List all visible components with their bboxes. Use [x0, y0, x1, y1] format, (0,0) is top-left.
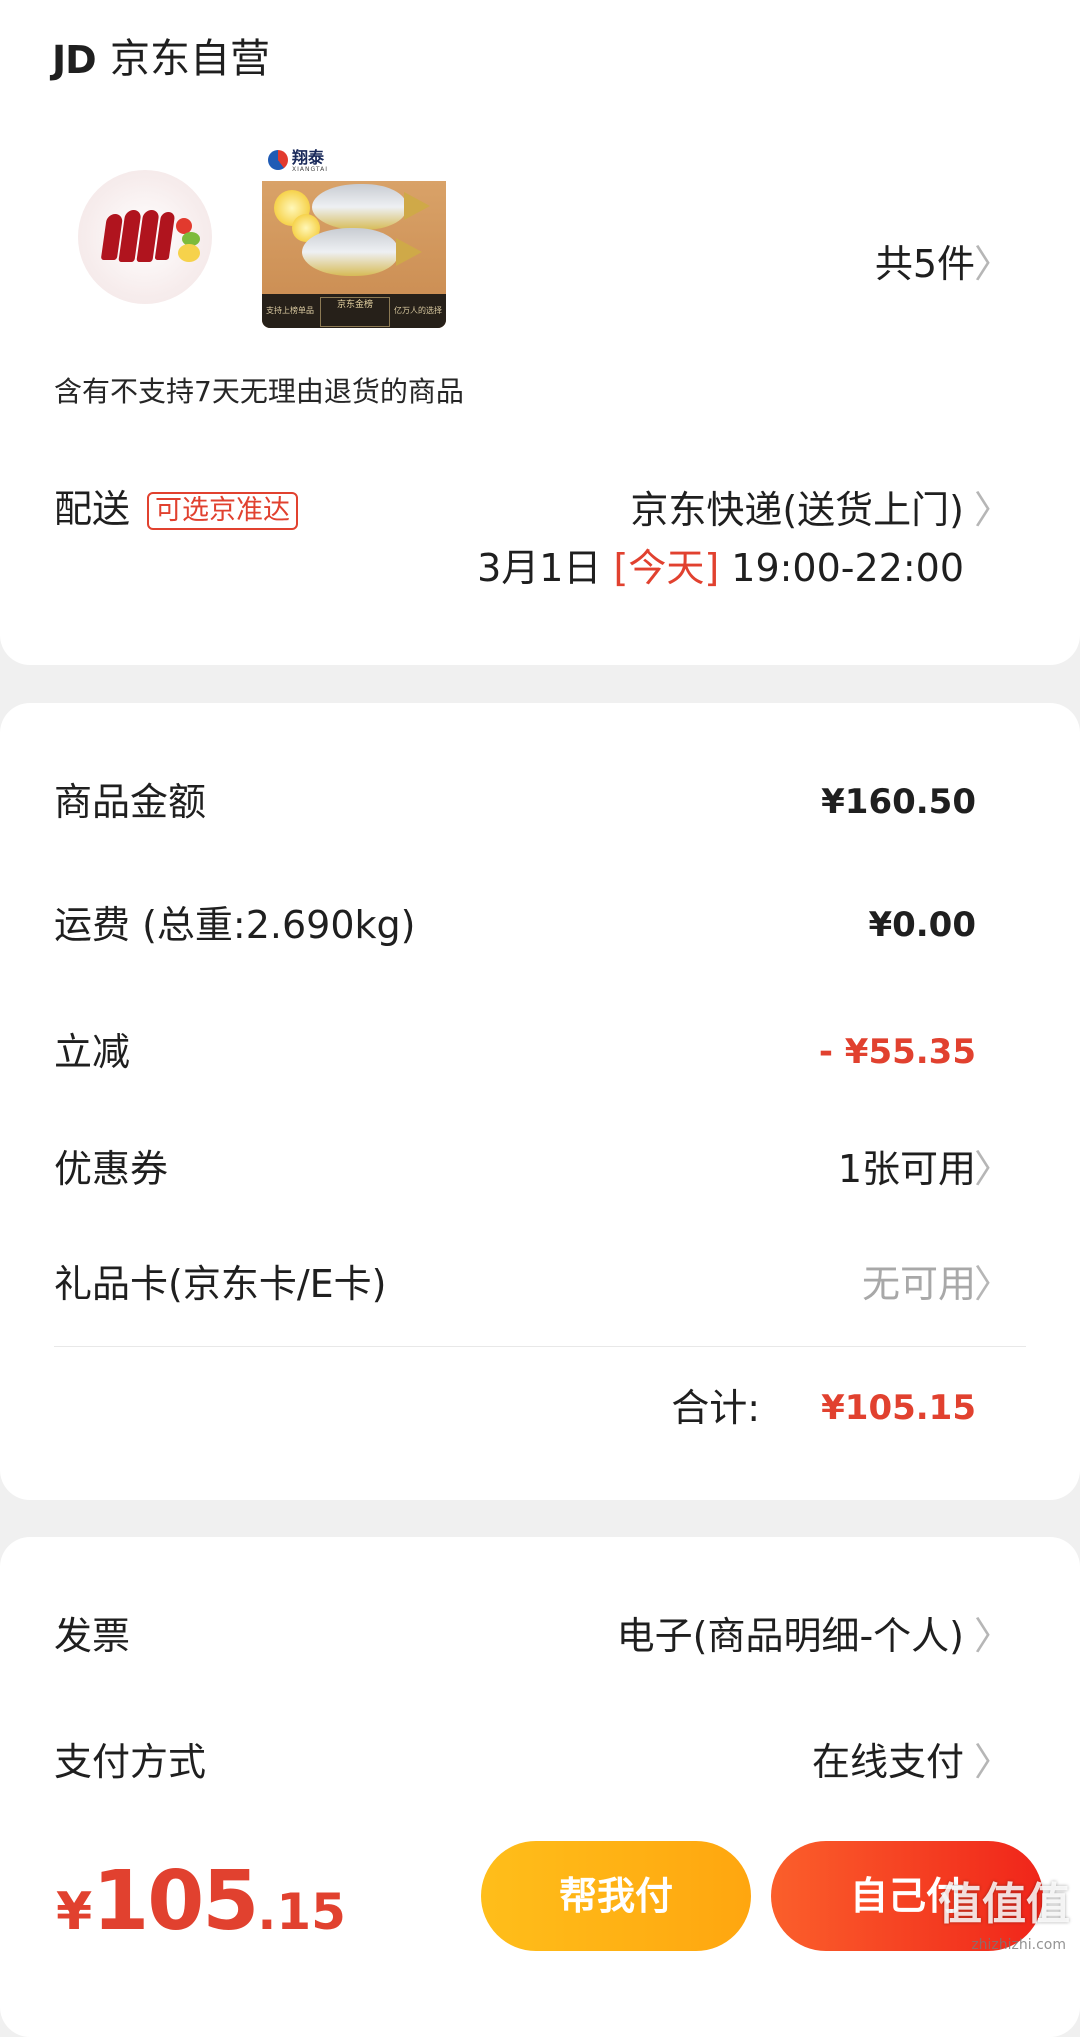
chevron-right-icon[interactable]: 〉 [974, 242, 1012, 286]
shop-name: 京东自营 [110, 36, 270, 82]
brand-subtitle: XIANGTAI [292, 166, 328, 173]
shipping-fee-label: 运费 (总重:2.690kg) [54, 903, 416, 947]
item-count-link[interactable]: 共5件 [875, 242, 975, 286]
delivery-option-badge[interactable]: 可选京准达 [147, 492, 298, 530]
coupon-value[interactable]: 1张可用 [838, 1147, 976, 1191]
payable-amount-decimal: .15 [257, 1883, 346, 1941]
product-thumbnail-beef[interactable] [78, 170, 212, 304]
watermark-url: zhizhizhi.com [971, 1937, 1066, 1953]
delivery-method[interactable]: 京东快递(送货上门) [630, 488, 964, 532]
gift-card-label[interactable]: 礼品卡(京东卡/E卡) [54, 1262, 386, 1306]
banner-mid-text: 京东金榜 [320, 297, 390, 327]
instant-discount-value: - ¥55.35 [818, 1032, 976, 1072]
goods-amount-label: 商品金额 [54, 780, 207, 824]
payment-method-value[interactable]: 在线支付 [812, 1740, 964, 1784]
coupon-label[interactable]: 优惠券 [54, 1147, 168, 1191]
gift-card-value[interactable]: 无可用 [862, 1262, 976, 1306]
delivery-time-range: 19:00-22:00 [731, 546, 964, 590]
chevron-right-icon[interactable]: 〉 [974, 1740, 1012, 1784]
currency-symbol: ¥ [56, 1882, 93, 1942]
chevron-right-icon[interactable]: 〉 [974, 1147, 1012, 1191]
divider [54, 1346, 1026, 1347]
payment-method-label[interactable]: 支付方式 [54, 1740, 206, 1784]
goods-amount-value: ¥160.50 [821, 782, 976, 822]
return-policy-note: 含有不支持7天无理由退货的商品 [54, 375, 464, 408]
banner-right-text: 亿万人的选择 [394, 306, 442, 315]
chevron-right-icon[interactable]: 〉 [974, 1262, 1012, 1306]
xiangtai-logo-icon [268, 150, 288, 170]
shipping-fee-value: ¥0.00 [868, 905, 976, 945]
watermark: 值值值 zhizhizhi.com [930, 1880, 1070, 1960]
jd-logo: JD [52, 38, 97, 82]
payable-amount-integer: 105 [92, 1854, 259, 1949]
instant-discount-label: 立减 [54, 1030, 131, 1074]
delivery-today-tag: [今天] [613, 546, 720, 590]
product-thumbnail-pompano[interactable]: 翔泰 XIANGTAI 支持上榜单品 京东金榜 亿万人的选择 [262, 144, 446, 328]
delivery-date: 3月1日 [477, 546, 602, 590]
brand-name: 翔泰 [292, 148, 325, 167]
chevron-right-icon[interactable]: 〉 [974, 488, 1012, 532]
total-label: 合计: [671, 1386, 760, 1430]
watermark-logo: 值值值 [938, 1879, 1070, 1930]
invoice-label[interactable]: 发票 [54, 1614, 130, 1658]
payable-amount: ¥105.15 [56, 1854, 346, 1949]
help-pay-button[interactable]: 帮我付 [481, 1841, 751, 1951]
invoice-value[interactable]: 电子(商品明细-个人) [617, 1614, 964, 1658]
delivery-label: 配送 [54, 487, 131, 531]
total-value: ¥105.15 [821, 1388, 976, 1428]
chevron-right-icon[interactable]: 〉 [974, 1614, 1012, 1658]
banner-left-text: 支持上榜单品 [266, 306, 314, 315]
delivery-time[interactable]: 3月1日 [今天] 19:00-22:00 [477, 546, 964, 590]
product-banner: 支持上榜单品 京东金榜 亿万人的选择 [262, 294, 446, 328]
